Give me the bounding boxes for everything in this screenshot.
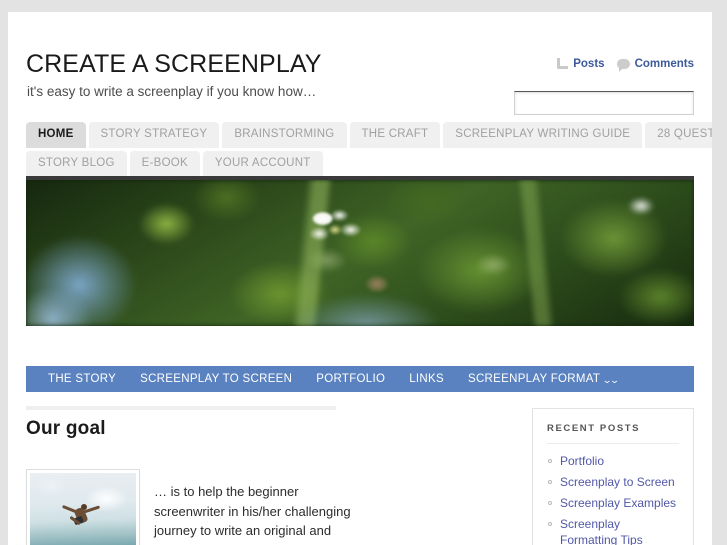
entry-title: Our goal bbox=[26, 418, 106, 439]
secondary-navigation: THE STORY SCREENPLAY TO SCREEN PORTFOLIO… bbox=[26, 366, 694, 392]
widget-title-recent-posts: RECENT POSTS bbox=[547, 423, 679, 444]
site-header: CREATE A SCREENPLAY it's easy to write a… bbox=[26, 42, 694, 120]
header-banner-image bbox=[26, 176, 694, 326]
subnav-item-portfolio[interactable]: PORTFOLIO bbox=[304, 366, 397, 392]
nav-tab-story-strategy[interactable]: STORY STRATEGY bbox=[88, 122, 220, 148]
recent-post-link-screenplay-examples[interactable]: Screenplay Examples bbox=[560, 496, 676, 510]
subnav-item-screenplay-to-screen[interactable]: SCREENPLAY TO SCREEN bbox=[128, 366, 304, 392]
site-title: CREATE A SCREENPLAY bbox=[26, 50, 322, 78]
entry-thumbnail[interactable] bbox=[26, 469, 140, 545]
nav-tab-the-craft[interactable]: THE CRAFT bbox=[349, 122, 441, 148]
site-description: it's easy to write a screenplay if you k… bbox=[27, 84, 317, 99]
nav-tab-screenplay-writing-guide[interactable]: SCREENPLAY WRITING GUIDE bbox=[443, 122, 643, 148]
page-inner: CREATE A SCREENPLAY it's easy to write a… bbox=[26, 12, 712, 545]
list-item: Screenplay Examples bbox=[547, 495, 679, 511]
list-item: Portfolio bbox=[547, 453, 679, 469]
recent-post-link-screenplay-to-screen[interactable]: Screenplay to Screen bbox=[560, 475, 675, 489]
subnav-label: SCREENPLAY FORMAT bbox=[467, 373, 601, 385]
subnav-label: LINKS bbox=[409, 373, 444, 385]
subnav-label: SCREENPLAY TO SCREEN bbox=[140, 373, 293, 385]
recent-post-link-screenplay-formatting-tips[interactable]: Screenplay Formatting Tips bbox=[560, 517, 643, 545]
content-divider bbox=[26, 406, 336, 410]
entry-body: … is to help the beginner screenwriter i… bbox=[26, 469, 356, 545]
rss-icon bbox=[556, 58, 568, 70]
nav-tab-e-book[interactable]: E-BOOK bbox=[129, 151, 200, 177]
list-item: Screenplay Formatting Tips bbox=[547, 516, 679, 545]
subnav-item-the-story[interactable]: THE STORY bbox=[36, 366, 128, 392]
comment-bubble-icon bbox=[616, 59, 630, 72]
feed-links: Posts Comments bbox=[556, 58, 694, 72]
entry-text: … is to help the beginner screenwriter i… bbox=[154, 484, 351, 545]
comments-feed-label: Comments bbox=[634, 58, 694, 70]
list-item: Screenplay to Screen bbox=[547, 474, 679, 490]
subnav-item-screenplay-format[interactable]: SCREENPLAY FORMAT ⌄⌄ bbox=[456, 366, 627, 392]
primary-navigation: HOME STORY STRATEGY BRAINSTORMING THE CR… bbox=[26, 122, 712, 180]
entry-thumbnail-image bbox=[30, 473, 136, 545]
sidebar: RECENT POSTS Portfolio Screenplay to Scr… bbox=[532, 408, 694, 545]
subnav-item-links[interactable]: LINKS bbox=[397, 366, 456, 392]
subnav-label: PORTFOLIO bbox=[316, 373, 386, 385]
diver-figure-icon bbox=[61, 499, 102, 533]
primary-nav-row-1: HOME STORY STRATEGY BRAINSTORMING THE CR… bbox=[26, 122, 712, 148]
nav-tab-your-account[interactable]: YOUR ACCOUNT bbox=[202, 151, 323, 177]
recent-post-link-portfolio[interactable]: Portfolio bbox=[560, 454, 604, 468]
comments-feed-link[interactable]: Comments bbox=[616, 58, 694, 72]
posts-feed-link[interactable]: Posts bbox=[556, 58, 605, 70]
nav-tab-brainstorming[interactable]: BRAINSTORMING bbox=[222, 122, 347, 148]
banner-sky-highlight bbox=[293, 293, 441, 326]
chevron-double-down-icon: ⌄⌄ bbox=[602, 374, 620, 385]
search-form bbox=[514, 91, 694, 115]
primary-nav-row-2: STORY BLOG E-BOOK YOUR ACCOUNT bbox=[26, 151, 694, 177]
nav-tab-story-blog[interactable]: STORY BLOG bbox=[26, 151, 127, 177]
search-input[interactable] bbox=[514, 91, 694, 115]
posts-feed-label: Posts bbox=[573, 58, 605, 70]
banner-white-flower bbox=[306, 209, 363, 250]
banner-flower-bud bbox=[360, 270, 394, 297]
recent-posts-list: Portfolio Screenplay to Screen Screenpla… bbox=[547, 453, 679, 545]
nav-tab-home[interactable]: HOME bbox=[26, 122, 86, 148]
subnav-label: THE STORY bbox=[48, 373, 117, 385]
banner-white-flower-secondary bbox=[620, 191, 661, 220]
page-canvas: CREATE A SCREENPLAY it's easy to write a… bbox=[8, 12, 712, 545]
nav-tab-28-questions[interactable]: 28 QUESTIONS bbox=[645, 122, 712, 148]
main-content: Our goal … is to help the beginner scree… bbox=[26, 418, 356, 545]
